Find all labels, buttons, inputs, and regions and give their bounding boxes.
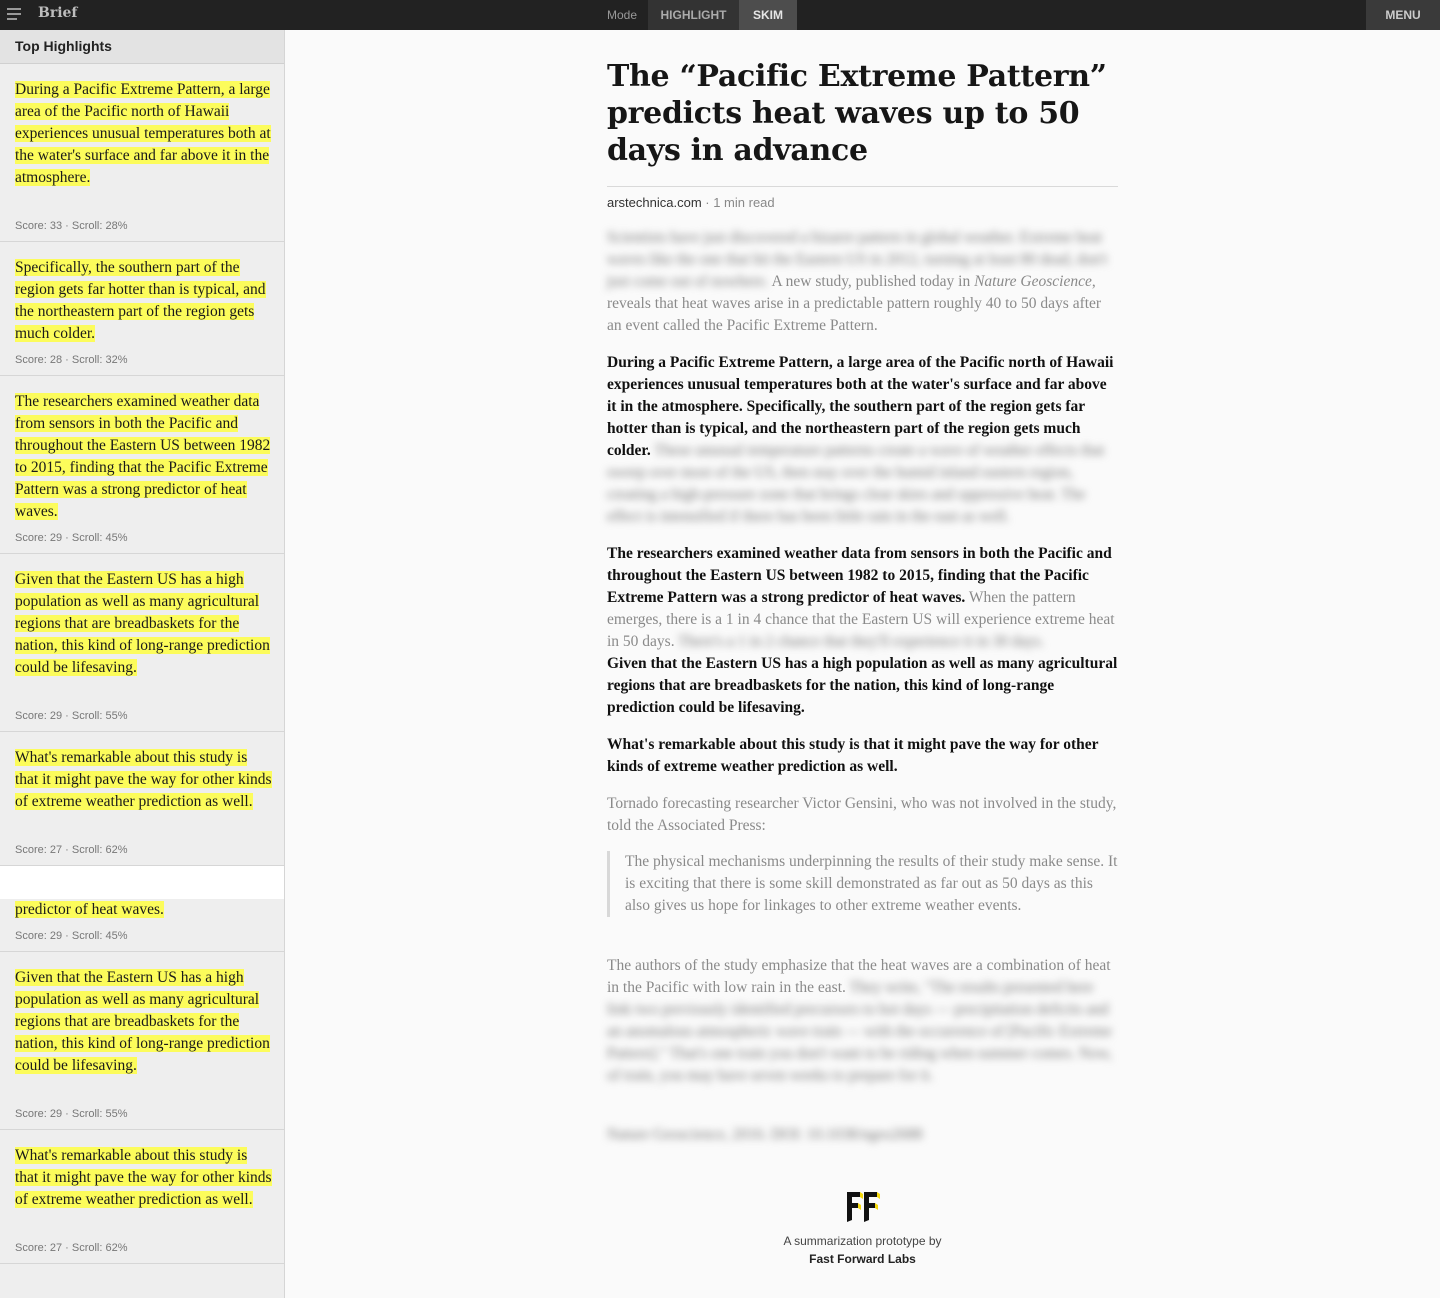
article-paragraph: Scientists have just discovered a bizarr… <box>607 227 1119 337</box>
article-source-line: arstechnica.com · 1 min read <box>607 195 775 210</box>
article-title: The “Pacific Extreme Pattern” predicts h… <box>607 59 1107 168</box>
highlight-text: Specifically, the southern part of the r… <box>15 259 266 342</box>
highlight-item[interactable]: predictor of heat waves. Score: 29 · Scr… <box>0 899 284 952</box>
highlights-sidebar[interactable]: Top Highlights During a Pacific Extreme … <box>0 30 285 1298</box>
highlight-meta: Score: 28 · Scroll: 32% <box>15 354 128 366</box>
paragraph-text: A new study, published today in <box>768 273 975 290</box>
blockquote: The physical mechanisms underpinning the… <box>607 851 1119 917</box>
blurred-text: Nature Geoscience, 2016. DOI: 10.1038/ng… <box>607 1126 923 1143</box>
highlight-meta: Score: 29 · Scroll: 45% <box>15 532 128 544</box>
article-paragraph: Given that the Eastern US has a high pop… <box>607 653 1119 719</box>
highlight-meta: Score: 29 · Scroll: 45% <box>15 930 128 942</box>
highlight-text: The researchers examined weather data fr… <box>15 393 271 520</box>
top-bar: Brief Mode HIGHLIGHT SKIM MENU <box>0 0 1440 30</box>
highlight-text: Given that the Eastern US has a high pop… <box>15 571 270 676</box>
highlight-text: predictor of heat waves. <box>15 901 164 918</box>
highlight-meta: Score: 33 · Scroll: 28% <box>15 220 128 232</box>
article-citation: Nature Geoscience, 2016. DOI: 10.1038/ng… <box>607 1124 1119 1146</box>
mode-skim-button[interactable]: SKIM <box>739 0 797 30</box>
source-domain[interactable]: arstechnica.com <box>607 195 702 210</box>
highlight-meta: Score: 27 · Scroll: 62% <box>15 844 128 856</box>
journal-name: Nature Geoscience <box>974 273 1092 290</box>
highlight-text: What's remarkable about this study is th… <box>15 1147 272 1208</box>
article-paragraph: Tornado forecasting researcher Victor Ge… <box>607 793 1119 837</box>
article-paragraph: What's remarkable about this study is th… <box>607 734 1119 778</box>
highlight-item[interactable]: What's remarkable about this study is th… <box>0 1130 284 1264</box>
article-paragraph: The authors of the study emphasize that … <box>607 955 1119 1087</box>
highlight-item[interactable]: What's remarkable about this study is th… <box>0 732 284 866</box>
title-divider <box>607 186 1118 187</box>
logo-mark <box>847 1192 880 1222</box>
highlight-text: Given that the Eastern US has a high pop… <box>15 969 270 1074</box>
menu-button[interactable]: MENU <box>1366 0 1440 30</box>
highlight-meta: Score: 29 · Scroll: 55% <box>15 1108 128 1120</box>
sidebar-gap <box>0 866 284 899</box>
article-paragraph: During a Pacific Extreme Pattern, a larg… <box>607 352 1119 528</box>
highlighted-sentence: Given that the Eastern US has a high pop… <box>607 655 1118 716</box>
article-paragraph: The researchers examined weather data fr… <box>607 543 1119 653</box>
read-time: · 1 min read <box>701 195 775 210</box>
highlight-item[interactable]: Given that the Eastern US has a high pop… <box>0 952 284 1130</box>
highlight-item[interactable]: During a Pacific Extreme Pattern, a larg… <box>0 64 284 242</box>
footer-company-link[interactable]: Fast Forward Labs <box>700 1252 1025 1266</box>
highlight-text: During a Pacific Extreme Pattern, a larg… <box>15 81 271 186</box>
paragraph-text: Tornado forecasting researcher Victor Ge… <box>607 795 1117 834</box>
highlight-item[interactable]: Specifically, the southern part of the r… <box>0 242 284 376</box>
mode-highlight-button[interactable]: HIGHLIGHT <box>648 0 739 30</box>
mode-label: Mode <box>607 8 638 22</box>
highlight-meta: Score: 29 · Scroll: 55% <box>15 710 128 722</box>
brand-title: Brief <box>38 5 78 21</box>
fast-forward-labs-logo[interactable] <box>844 1190 882 1224</box>
menu-icon[interactable] <box>7 8 21 20</box>
blurred-text: There's a 1 in 2 chance that they'll exp… <box>674 633 1045 650</box>
footer-tagline: A summarization prototype by <box>783 1234 942 1248</box>
blurred-text: These unusual temperature patterns creat… <box>607 442 1105 525</box>
article-header: The “Pacific Extreme Pattern” predicts h… <box>607 58 1119 169</box>
highlighted-sentence: What's remarkable about this study is th… <box>607 736 1099 775</box>
highlight-item[interactable]: Given that the Eastern US has a high pop… <box>0 554 284 732</box>
highlight-text: What's remarkable about this study is th… <box>15 749 272 810</box>
quote-text: The physical mechanisms underpinning the… <box>625 853 1118 914</box>
sidebar-header: Top Highlights <box>0 30 284 64</box>
highlight-item[interactable]: The researchers examined weather data fr… <box>0 376 284 554</box>
highlight-meta: Score: 27 · Scroll: 62% <box>15 1242 128 1254</box>
